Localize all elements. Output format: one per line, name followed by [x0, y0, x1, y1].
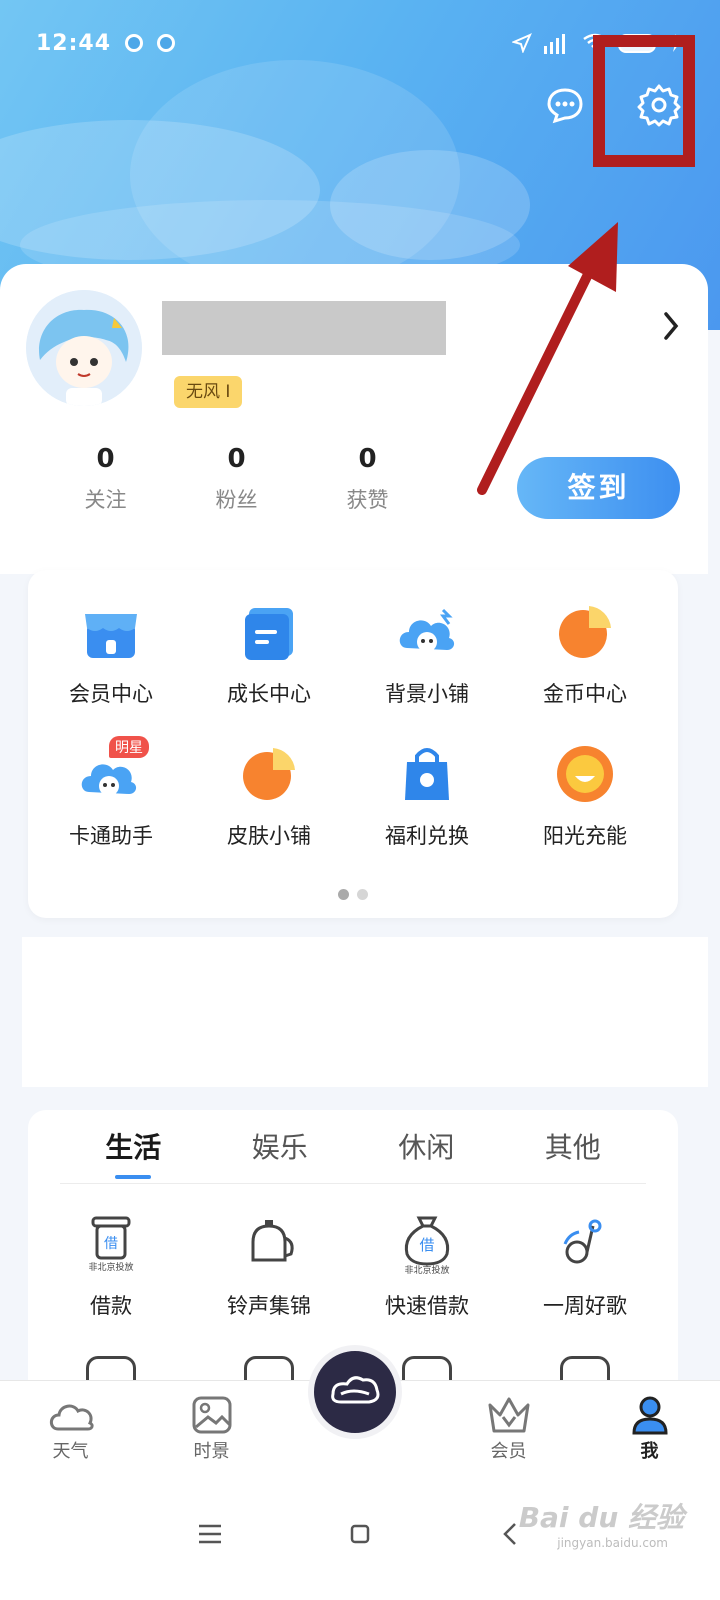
nav-scenery[interactable]: 时景 [141, 1381, 282, 1484]
notification-icon [157, 34, 176, 52]
tab-entertainment[interactable]: 娱乐 [207, 1110, 354, 1183]
stat-label: 关注 [84, 488, 127, 512]
music-note-icon [563, 1219, 602, 1264]
tab-leisure[interactable]: 休闲 [353, 1110, 500, 1183]
watermark-sub: jingyan.baidu.com [557, 1536, 668, 1550]
center-logo-icon [331, 1376, 380, 1404]
settings-highlight-box [593, 35, 695, 167]
nav-label: 天气 [52, 1441, 89, 1462]
stat-value: 0 [96, 444, 115, 474]
page-indicator [28, 889, 678, 900]
square-icon [350, 1524, 370, 1544]
nav-label: 我 [640, 1441, 659, 1462]
bottom-nav: 天气 时景 会员 我 [0, 1345, 720, 1484]
picture-icon [192, 1396, 231, 1434]
chat-bubble-icon [547, 88, 583, 124]
message-button[interactable] [540, 80, 590, 130]
tab-other[interactable]: 其他 [500, 1110, 647, 1183]
stat-value: 0 [358, 444, 377, 474]
grid-item-background-shop[interactable]: 背景小铺 [348, 600, 506, 708]
category-item-label: 借款 [90, 1294, 132, 1318]
status-time: 12:44 [36, 30, 112, 56]
watermark: Bai du 经验 [518, 1501, 684, 1534]
stat-fans[interactable]: 0 粉丝 [171, 444, 302, 514]
crown-icon [488, 1397, 529, 1433]
nav-label: 时景 [193, 1441, 230, 1462]
cloud-icon [49, 1404, 94, 1431]
feature-grid-card: 会员中心 成长中心 背景小铺 金币中心 明星 卡通助手 皮肤小铺 福利兑换 阳光… [28, 570, 678, 918]
nav-me[interactable]: 我 [579, 1381, 720, 1484]
skin-pie-icon [243, 748, 295, 800]
grid-item-sunshine-charge[interactable]: 阳光充能 [506, 742, 664, 850]
nav-label: 会员 [490, 1441, 527, 1462]
bell-icon [251, 1220, 294, 1262]
category-item-weekly-songs[interactable]: 一周好歌 [506, 1214, 664, 1320]
document-icon [245, 608, 293, 660]
grid-item-benefit-exchange[interactable]: 福利兑换 [348, 742, 506, 850]
stat-following[interactable]: 0 关注 [40, 444, 171, 514]
chevron-right-icon [664, 312, 679, 340]
grid-item-skin-shop[interactable]: 皮肤小铺 [190, 742, 348, 850]
gift-bag-icon [405, 748, 449, 800]
grid-item-cartoon-helper[interactable]: 明星 卡通助手 [32, 736, 190, 850]
signin-button[interactable]: 签到 [517, 457, 680, 519]
stat-value: 0 [227, 444, 246, 474]
menu-icon [199, 1524, 221, 1544]
grid-item-label: 皮肤小铺 [227, 824, 311, 848]
home-button[interactable] [340, 1514, 380, 1554]
stat-label: 粉丝 [215, 488, 258, 512]
stat-label: 获赞 [346, 488, 389, 512]
empty-banner-area [22, 937, 708, 1087]
avatar-character-icon [26, 290, 142, 406]
grid-item-growth-center[interactable]: 成长中心 [190, 600, 348, 708]
loan-icon: 借 非北京投放 [88, 1216, 134, 1273]
svg-text:非北京投放: 非北京投放 [88, 1261, 133, 1273]
svg-text:借: 借 [104, 1236, 118, 1252]
svg-text:借: 借 [419, 1236, 434, 1254]
category-tabs: 生活 娱乐 休闲 其他 [60, 1110, 646, 1184]
person-icon [631, 1396, 668, 1435]
stat-likes[interactable]: 0 获赞 [302, 444, 433, 514]
nav-weather[interactable]: 天气 [0, 1381, 141, 1484]
grid-item-label: 成长中心 [227, 682, 311, 706]
category-item-label: 一周好歌 [543, 1294, 627, 1318]
back-icon [503, 1523, 516, 1545]
page-dot [357, 889, 368, 900]
category-item-label: 铃声集锦 [227, 1294, 311, 1318]
grid-item-coin-center[interactable]: 金币中心 [506, 600, 664, 708]
level-badge: 无风 I [174, 376, 243, 408]
grid-item-label: 阳光充能 [543, 824, 627, 848]
signal-icon [543, 34, 565, 54]
tab-life[interactable]: 生活 [60, 1110, 207, 1183]
category-item-loan[interactable]: 借 非北京投放 借款 [32, 1214, 190, 1320]
grid-item-label: 卡通助手 [69, 824, 153, 848]
menu-button[interactable] [190, 1514, 230, 1554]
username-redacted [162, 301, 446, 355]
svg-text:非北京投放: 非北京投放 [404, 1264, 449, 1274]
grid-item-label: 金币中心 [543, 682, 627, 706]
money-bag-icon: 借 非北京投放 [404, 1216, 450, 1274]
status-bar: 12:44 40 [36, 26, 684, 60]
sun-icon [557, 746, 613, 802]
cloud-character-icon [399, 608, 455, 652]
star-tag-badge: 明星 [109, 736, 149, 758]
grid-item-label: 背景小铺 [385, 682, 469, 706]
nav-center [282, 1345, 438, 1484]
grid-item-label: 会员中心 [69, 682, 153, 706]
category-item-quick-loan[interactable]: 借 非北京投放 快速借款 [348, 1214, 506, 1320]
nav-member[interactable]: 会员 [438, 1381, 579, 1484]
profile-card: 无风 I 0 关注 0 粉丝 0 获赞 签到 [0, 264, 708, 574]
location-icon [511, 33, 532, 53]
coin-pie-icon [559, 606, 611, 658]
center-home-button[interactable] [308, 1345, 402, 1439]
store-icon [85, 614, 137, 658]
page-dot-active [338, 889, 349, 900]
category-item-label: 快速借款 [385, 1294, 469, 1318]
category-item-ringtones[interactable]: 铃声集锦 [190, 1214, 348, 1320]
grid-item-member-center[interactable]: 会员中心 [32, 600, 190, 708]
profile-detail-button[interactable] [656, 306, 686, 346]
avatar[interactable] [26, 290, 142, 406]
grid-item-label: 福利兑换 [385, 824, 469, 848]
notification-icon [125, 34, 144, 52]
